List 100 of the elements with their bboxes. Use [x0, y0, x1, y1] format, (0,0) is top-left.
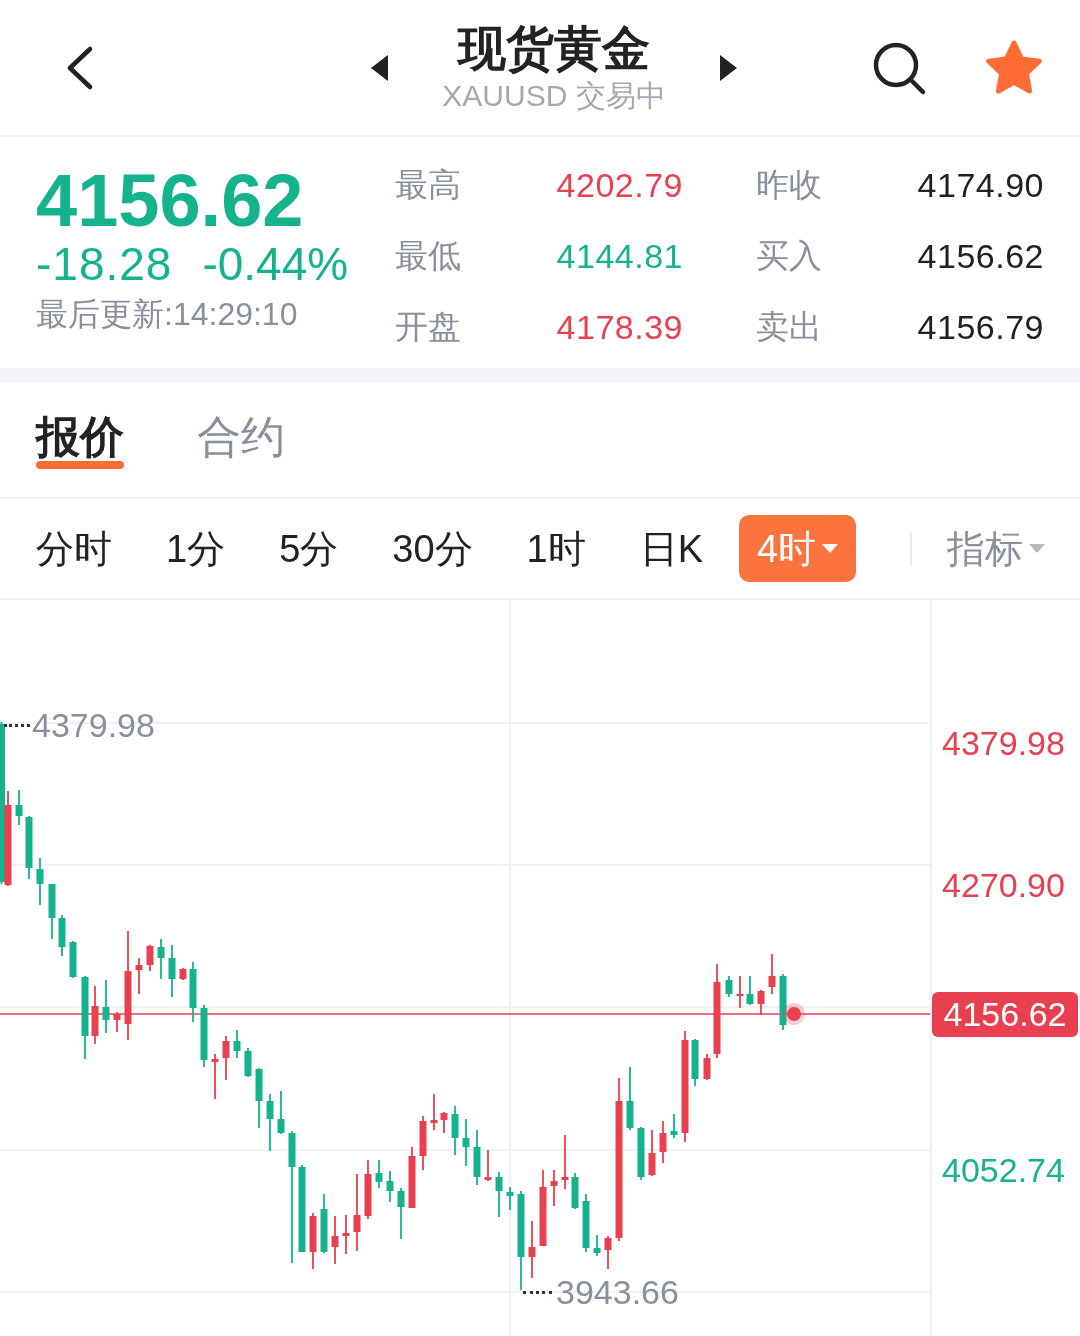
- star-icon[interactable]: [984, 39, 1044, 96]
- falling-candle: [725, 976, 733, 997]
- stat-label: 最低: [395, 236, 461, 276]
- rising-candle: [561, 1135, 569, 1189]
- interval-tab[interactable]: 5分: [261, 515, 357, 582]
- rising-candle: [309, 1213, 317, 1269]
- falling-candle: [571, 1173, 579, 1209]
- rising-candle: [604, 1236, 612, 1269]
- falling-candle: [168, 945, 176, 997]
- stat-value: 4156.79: [917, 307, 1044, 347]
- stat-label: 卖出: [756, 307, 822, 347]
- rising-candle: [364, 1160, 372, 1219]
- falling-candle: [25, 816, 33, 879]
- rising-candle: [528, 1221, 536, 1278]
- change-percent: -0.44%: [202, 239, 349, 289]
- rising-candle: [419, 1116, 427, 1170]
- low-price-label: 3943.66: [556, 1272, 679, 1312]
- falling-candle: [375, 1160, 383, 1188]
- falling-candle: [255, 1068, 263, 1128]
- stat-value: 4178.39: [556, 307, 683, 347]
- falling-candle: [36, 858, 44, 905]
- falling-candle: [670, 1114, 678, 1138]
- falling-candle: [320, 1194, 328, 1253]
- falling-candle: [189, 962, 197, 1022]
- falling-candle: [102, 980, 110, 1033]
- falling-candle: [473, 1130, 481, 1185]
- rising-candle: [331, 1216, 339, 1264]
- falling-candle: [266, 1094, 274, 1151]
- high-price-label: 4379.98: [32, 705, 155, 745]
- falling-candle: [15, 790, 23, 825]
- falling-candle: [462, 1119, 470, 1166]
- falling-candle: [69, 941, 77, 978]
- left-triangle-icon[interactable]: [371, 54, 388, 81]
- rising-candle: [736, 976, 744, 1008]
- stat-value: 4202.79: [556, 165, 683, 205]
- caret-icon: [1029, 544, 1045, 553]
- falling-candle: [495, 1172, 503, 1217]
- falling-candle: [691, 1039, 699, 1086]
- falling-candle: [451, 1106, 459, 1155]
- rising-candle: [768, 954, 776, 994]
- falling-candle: [244, 1048, 252, 1077]
- stat-value: 4144.81: [556, 236, 683, 276]
- stat-value: 4156.62: [917, 236, 1044, 276]
- leader-line: [523, 1290, 552, 1294]
- falling-candle: [746, 976, 754, 1005]
- rising-candle: [222, 1036, 230, 1080]
- falling-candle: [58, 915, 66, 956]
- stat-label: 开盘: [395, 307, 461, 347]
- rising-candle: [135, 958, 143, 994]
- falling-candle: [397, 1188, 405, 1239]
- falling-candle: [779, 974, 787, 1030]
- interval-tab[interactable]: 1分: [148, 515, 244, 582]
- rising-candle: [113, 1012, 121, 1032]
- leader-line: [4, 723, 30, 727]
- rising-candle: [757, 990, 765, 1015]
- rising-candle: [659, 1121, 667, 1163]
- rising-candle: [342, 1215, 350, 1254]
- interval-tab[interactable]: 1时: [508, 515, 604, 582]
- stat-value: 4174.90: [917, 165, 1044, 205]
- rising-candle: [146, 945, 154, 971]
- rising-candle: [550, 1170, 558, 1206]
- axis-label: 4270.90: [942, 865, 1065, 906]
- tab[interactable]: 报价: [36, 413, 124, 469]
- rising-candle: [440, 1112, 448, 1133]
- page-title: 现货黄金: [458, 20, 650, 77]
- rising-candle: [484, 1150, 492, 1181]
- rising-candle: [648, 1130, 656, 1176]
- falling-candle: [637, 1127, 645, 1180]
- axis-label: 4379.98: [942, 723, 1065, 763]
- axis-label: 4052.74: [942, 1149, 1065, 1190]
- falling-candle: [277, 1091, 285, 1134]
- right-triangle-icon[interactable]: [720, 54, 737, 81]
- stat-label: 昨收: [756, 165, 822, 205]
- last-price: 4156.62: [36, 163, 305, 239]
- rising-candle: [91, 986, 99, 1044]
- rising-candle: [408, 1147, 416, 1208]
- falling-candle: [582, 1194, 590, 1252]
- falling-candle: [233, 1030, 241, 1058]
- falling-candle: [626, 1067, 634, 1130]
- update-time: 最后更新:14:29:10: [36, 295, 299, 334]
- search-icon[interactable]: [872, 40, 926, 95]
- rising-candle: [703, 1054, 711, 1080]
- current-price-badge: 4156.62: [932, 992, 1078, 1037]
- stat-label: 最高: [395, 165, 461, 205]
- falling-candle: [506, 1187, 514, 1210]
- falling-candle: [48, 884, 56, 939]
- symbol-status-text: XAUUSD 交易中: [442, 77, 666, 114]
- falling-candle: [200, 1005, 208, 1067]
- rising-candle: [179, 968, 187, 980]
- interval-tab[interactable]: 日K: [621, 515, 722, 582]
- stat-label: 买入: [756, 236, 822, 276]
- interval-tab[interactable]: 分时: [18, 515, 130, 582]
- rising-candle: [430, 1094, 438, 1130]
- falling-candle: [157, 939, 165, 979]
- price-change: -18.28: [36, 239, 173, 289]
- rising-candle: [211, 1054, 219, 1099]
- interval-tab[interactable]: 30分: [374, 515, 491, 582]
- falling-candle: [593, 1235, 601, 1256]
- glow-dot-icon: [783, 1003, 805, 1025]
- falling-candle: [386, 1171, 394, 1202]
